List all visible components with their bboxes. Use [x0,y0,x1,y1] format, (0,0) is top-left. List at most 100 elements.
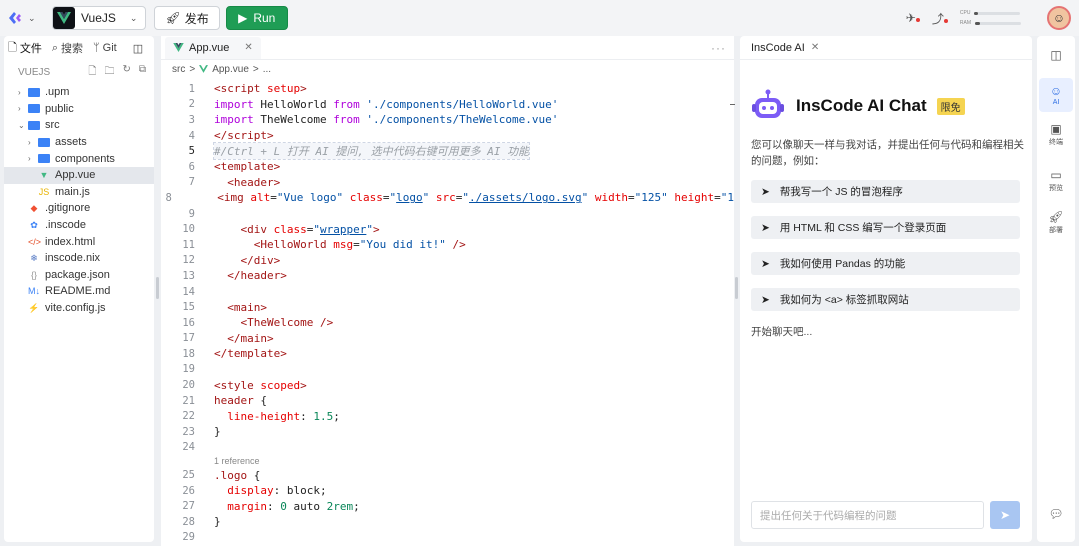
sidebar-item-ai[interactable]: ☺ AI [1039,78,1073,112]
code-line[interactable]: 7 <header> [161,175,734,191]
code-line[interactable]: 18 </template> [161,346,734,362]
ai-tab-label: InsCode AI [751,41,805,54]
tree-file[interactable]: JS main.js [4,184,154,201]
code-line[interactable]: 26 display: block; [161,483,734,499]
code-line[interactable]: 27 margin: 0 auto 2rem; [161,498,734,514]
suggestion-button[interactable]: ➤ 我如何使用 Pandas 的功能 [751,252,1020,275]
new-file-icon[interactable]: 🗋 [88,64,96,81]
code-line[interactable]: 6 <template> [161,159,734,175]
tree-folder[interactable]: › components [4,150,154,167]
breadcrumb-symbol[interactable]: ... [263,64,271,75]
code-line[interactable]: 2 import HelloWorld from './components/He… [161,97,734,113]
code-line[interactable]: 13 </header> [161,268,734,284]
panel-toggle-icon[interactable]: ◫ [133,42,143,55]
more-icon[interactable]: ··· [711,41,726,55]
free-badge: 限免 [936,97,965,115]
close-icon[interactable]: ✕ [244,42,252,53]
markdown-file-icon: M↓ [28,286,40,297]
tree-item-label: main.js [55,185,90,198]
config-file-icon: ✿ [30,219,38,230]
cpu-label: CPU [959,10,971,16]
code-line[interactable]: 24 [161,440,734,456]
code-text: import HelloWorld from './components/Hel… [214,97,559,111]
app-menu[interactable]: ⌄ [6,9,44,27]
sidebar-item-preview[interactable]: ▭ 预览 [1039,164,1073,198]
tree-file[interactable]: {} package.json [4,267,154,284]
code-line[interactable]: 28} [161,514,734,530]
code-line[interactable]: 29 [161,530,734,546]
code-line[interactable]: 10 <div class="wrapper"> [161,221,734,237]
send-button[interactable]: ➤ [990,501,1020,529]
suggestion-button[interactable]: ➤ 帮我写一个 JS 的冒泡程序 [751,180,1020,203]
close-icon[interactable]: ✕ [811,42,819,53]
refresh-icon[interactable]: ↻ [122,64,130,81]
resize-handle[interactable] [156,277,159,299]
collapse-all-icon[interactable]: ⧉ [139,64,146,81]
code-line[interactable]: 8 <img alt="Vue logo" class="logo" src="… [161,190,734,206]
tab-files[interactable]: 🗋 文件 [8,39,42,58]
tree-folder[interactable]: › public [4,101,154,118]
code-line[interactable]: 19 [161,362,734,378]
codelens-reference[interactable]: 1 reference [161,455,734,467]
explorer-header: VUEJS 🗋 🗀 ↻ ⧉ [4,60,154,84]
code-line[interactable]: 15 <main> [161,299,734,315]
tree-file[interactable]: ◆ .gitignore [4,200,154,217]
tab-git[interactable]: ᛘ Git [93,42,117,54]
notification-icon[interactable]: ✈ [906,11,920,25]
code-area[interactable]: 1 <script setup> 2 import HelloWorld from '… [161,81,734,545]
code-line[interactable]: 3 import TheWelcome from './components/Th… [161,112,734,128]
code-line[interactable]: 16 <TheWelcome /> [161,315,734,331]
tab-app-vue[interactable]: App.vue ✕ [165,36,261,59]
chat-feedback-button[interactable]: 💬︎ [1039,497,1073,531]
user-avatar[interactable]: ☺ [1047,6,1071,30]
ai-tab[interactable]: InsCode AI ✕ [740,36,1032,60]
tree-file[interactable]: ✿ .inscode [4,217,154,234]
code-line[interactable]: 11 <HelloWorld msg="You did it!" /> [161,237,734,253]
tree-folder[interactable]: ⌄ src [4,117,154,134]
code-line[interactable]: 1 <script setup> [161,81,734,97]
code-line[interactable]: 20 <style scoped> [161,377,734,393]
tree-file[interactable]: ❄ inscode.nix [4,250,154,267]
code-line[interactable]: 14 [161,284,734,300]
sidebar-item-deploy[interactable]: 🚀︎ 部署 [1039,206,1073,240]
line-number: 12 [182,254,195,267]
code-line[interactable]: 25 .logo { [161,467,734,483]
ai-chat-input[interactable]: 提出任何关于代码编程的问题 [751,501,984,529]
file-icon: 🗋 [8,41,17,54]
cpu-meter: CPU [960,10,1021,16]
tree-file[interactable]: ▼ App.vue [4,166,154,184]
code-line[interactable]: 21 header { [161,393,734,409]
project-selector[interactable]: VueJS ⌄ [52,6,147,30]
breadcrumb-file[interactable]: App.vue [212,64,249,75]
code-line[interactable]: 22 line-height: 1.5; [161,408,734,424]
line-number: 15 [182,301,195,314]
tree-file[interactable]: M↓ README.md [4,283,154,300]
new-folder-icon[interactable]: 🗀 [104,64,114,81]
code-line[interactable]: 17 </main> [161,331,734,347]
layout-panel-button[interactable]: ◫ [1039,38,1073,72]
publish-button[interactable]: 🚀︎ 发布 [154,6,220,30]
share-icon[interactable]: ⤴ [932,10,948,27]
code-text: } [214,515,221,529]
tree-folder[interactable]: › .upm [4,84,154,101]
line-number: 9 [188,207,195,220]
run-button[interactable]: ▶ Run [225,6,288,30]
breadcrumb-separator: > [252,63,259,75]
sidebar-item-label: 终端 [1049,139,1063,146]
suggestion-button[interactable]: ➤ 我如何为 <a> 标签抓取网站 [751,288,1020,311]
breadcrumb-src[interactable]: src [172,64,185,75]
code-line[interactable]: 5 #/Ctrl + L 打开 AI 提问, 选中代码右键可用更多 AI 功能 [161,142,734,161]
code-text: <header> [227,175,281,189]
sidebar-item-terminal[interactable]: ▣ 终端 [1039,118,1073,152]
folder-icon [28,120,40,130]
tree-file[interactable]: ⚡ vite.config.js [4,300,154,317]
suggestion-button[interactable]: ➤ 用 HTML 和 CSS 编写一个登录页面 [751,216,1020,239]
code-line[interactable]: 4 </script> [161,128,734,144]
code-line[interactable]: 9 [161,206,734,222]
tree-folder[interactable]: › assets [4,134,154,151]
code-line[interactable]: 12 </div> [161,253,734,269]
tab-search[interactable]: ⌕ 搜索 [52,40,83,56]
code-line[interactable]: 23} [161,424,734,440]
tree-file[interactable]: </> index.html [4,233,154,250]
resize-handle[interactable] [735,277,738,299]
